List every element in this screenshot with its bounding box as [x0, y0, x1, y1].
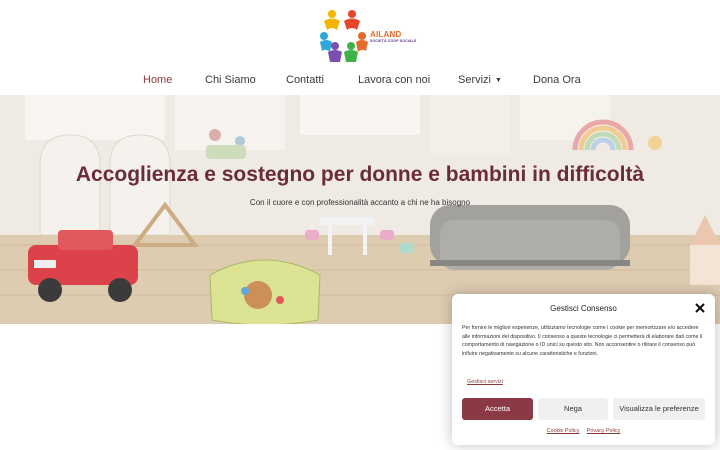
hero-subtitle: Con il cuore e con professionalità accan… — [249, 198, 471, 207]
nav-servizi[interactable]: Servizi ▼ — [458, 74, 502, 86]
logo-figures-icon — [320, 10, 368, 62]
site-logo[interactable]: AILAND SOCIETÀ COOP SOCIALE — [318, 8, 418, 64]
main-nav: Home Chi Siamo Contatti Lavora con noi S… — [0, 74, 720, 92]
cookie-policy-link[interactable]: Cookie Policy — [547, 428, 580, 434]
nav-dona-ora[interactable]: Dona Ora — [533, 74, 581, 86]
nav-contatti[interactable]: Contatti — [286, 74, 324, 86]
logo-name: AILAND — [370, 30, 402, 39]
consent-policy-links: Cookie Policy Privacy Policy — [452, 428, 715, 434]
hero-overlay — [0, 95, 720, 324]
view-preferences-button[interactable]: Visualizza le preferenze — [613, 398, 705, 420]
accept-button[interactable]: Accetta — [462, 398, 533, 420]
logo-tagline: SOCIETÀ COOP SOCIALE — [370, 39, 417, 43]
nav-chi-siamo[interactable]: Chi Siamo — [205, 74, 256, 86]
close-icon[interactable] — [694, 302, 706, 314]
nav-servizi-label: Servizi — [458, 74, 492, 86]
hero-title: Accoglienza e sostegno per donne e bambi… — [75, 163, 645, 186]
cookie-consent-dialog: Gestisci Consenso Per fornire le miglior… — [452, 294, 715, 445]
nav-home[interactable]: Home — [143, 74, 172, 86]
consent-title: Gestisci Consenso — [550, 304, 617, 313]
manage-services-link[interactable]: Gestisci servizi — [467, 379, 503, 385]
privacy-policy-link[interactable]: Privacy Policy — [587, 428, 621, 434]
chevron-down-icon: ▼ — [495, 77, 502, 84]
deny-button[interactable]: Nega — [538, 398, 608, 420]
hero-banner: Accoglienza e sostegno per donne e bambi… — [0, 95, 720, 324]
nav-lavora-con-noi[interactable]: Lavora con noi — [358, 74, 430, 86]
consent-text: Per fornire le migliori esperienze, util… — [462, 325, 703, 358]
